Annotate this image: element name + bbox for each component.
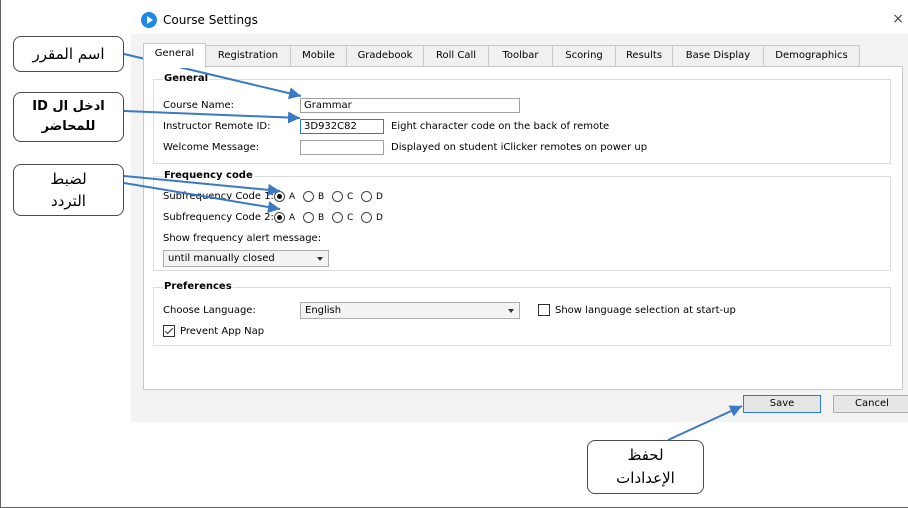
close-icon[interactable]: × — [892, 11, 904, 27]
save-button[interactable]: Save — [743, 395, 821, 413]
course-settings-window: Course Settings × General Registration M… — [131, 6, 908, 422]
callout-frequency: لضبط التردد — [13, 164, 124, 216]
preferences-group: Preferences Choose Language: English Sho… — [153, 281, 891, 346]
callout-course-name: اسم المقرر — [13, 36, 124, 72]
callout-save-line2: الإعدادات — [616, 469, 675, 487]
prevent-app-nap-checkbox[interactable] — [163, 325, 175, 337]
preferences-group-title: Preferences — [163, 281, 233, 292]
sub1-option-d: D — [376, 192, 383, 202]
frequency-group-title: Frequency code — [163, 170, 254, 181]
window-title: Course Settings — [163, 13, 258, 27]
chevron-down-icon — [317, 257, 323, 261]
sub1-radio-a[interactable] — [274, 191, 285, 202]
sub1-option-c: C — [347, 192, 354, 202]
sub1-radio-d[interactable] — [361, 191, 372, 202]
sub2-option-b: B — [318, 213, 325, 223]
welcome-message-hint: Displayed on student iClicker remotes on… — [391, 142, 648, 153]
tab-base-display[interactable]: Base Display — [672, 45, 764, 67]
app-logo-icon — [141, 12, 157, 28]
general-group: General Course Name: Grammar Instructor … — [153, 73, 891, 164]
subfrequency-1-label: Subfrequency Code 1: — [163, 191, 274, 202]
remote-id-input[interactable]: 3D932C82 — [300, 119, 384, 134]
language-select[interactable]: English — [300, 302, 520, 319]
alert-message-label: Show frequency alert message: — [163, 233, 322, 244]
welcome-message-label: Welcome Message: — [163, 142, 260, 153]
sub1-radio-c[interactable] — [332, 191, 343, 202]
general-group-title: General — [163, 73, 209, 84]
language-value: English — [305, 305, 342, 316]
prevent-app-nap-label: Prevent App Nap — [180, 326, 265, 337]
title-bar: Course Settings × — [131, 6, 908, 34]
show-language-checkbox[interactable] — [538, 304, 550, 316]
show-language-label: Show language selection at start-up — [555, 305, 736, 316]
sub2-radio-b[interactable] — [303, 212, 314, 223]
callout-enter-id-line1: ادخل ال ID — [32, 99, 105, 114]
sub2-radio-a[interactable] — [274, 212, 285, 223]
cancel-button[interactable]: Cancel — [833, 395, 908, 413]
tab-results[interactable]: Results — [615, 45, 673, 67]
sub2-radio-c[interactable] — [332, 212, 343, 223]
callout-save: لحفظ الإعدادات — [587, 440, 704, 494]
sub1-option-b: B — [318, 192, 325, 202]
sub2-option-a: A — [289, 213, 296, 223]
remote-id-label: Instructor Remote ID: — [163, 121, 271, 132]
general-tab-panel: General Course Name: Grammar Instructor … — [143, 66, 903, 390]
callout-enter-id: ادخل ال ID للمحاضر — [13, 92, 124, 142]
callout-enter-id-line2: للمحاضر — [41, 119, 96, 134]
welcome-message-input[interactable] — [300, 140, 384, 155]
course-name-label: Course Name: — [163, 100, 234, 111]
tab-registration[interactable]: Registration — [205, 45, 291, 67]
sub1-option-a: A — [289, 192, 296, 202]
tab-roll-call[interactable]: Roll Call — [423, 45, 489, 67]
callout-course-name-text: اسم المقرر — [32, 45, 105, 63]
sub2-option-c: C — [347, 213, 354, 223]
sub2-option-d: D — [376, 213, 383, 223]
frequency-group: Frequency code Subfrequency Code 1: A B … — [153, 170, 891, 271]
callout-frequency-line1: لضبط — [50, 170, 87, 188]
alert-message-select[interactable]: until manually closed — [163, 250, 329, 267]
tab-general[interactable]: General — [143, 43, 206, 68]
tab-scoring[interactable]: Scoring — [552, 45, 616, 67]
alert-message-value: until manually closed — [168, 253, 275, 264]
sub2-radio-d[interactable] — [361, 212, 372, 223]
sub1-radio-b[interactable] — [303, 191, 314, 202]
subfrequency-2-label: Subfrequency Code 2: — [163, 212, 274, 223]
choose-language-label: Choose Language: — [163, 305, 256, 316]
remote-id-hint: Eight character code on the back of remo… — [391, 121, 610, 132]
callout-save-line1: لحفظ — [627, 446, 664, 464]
callout-frequency-line2: التردد — [51, 192, 86, 210]
course-name-input[interactable]: Grammar — [300, 98, 520, 113]
tab-mobile[interactable]: Mobile — [290, 45, 347, 67]
chevron-down-icon — [508, 309, 514, 313]
tab-toolbar[interactable]: Toolbar — [488, 45, 553, 67]
tab-gradebook[interactable]: Gradebook — [346, 45, 424, 67]
tab-demographics[interactable]: Demographics — [763, 45, 860, 67]
